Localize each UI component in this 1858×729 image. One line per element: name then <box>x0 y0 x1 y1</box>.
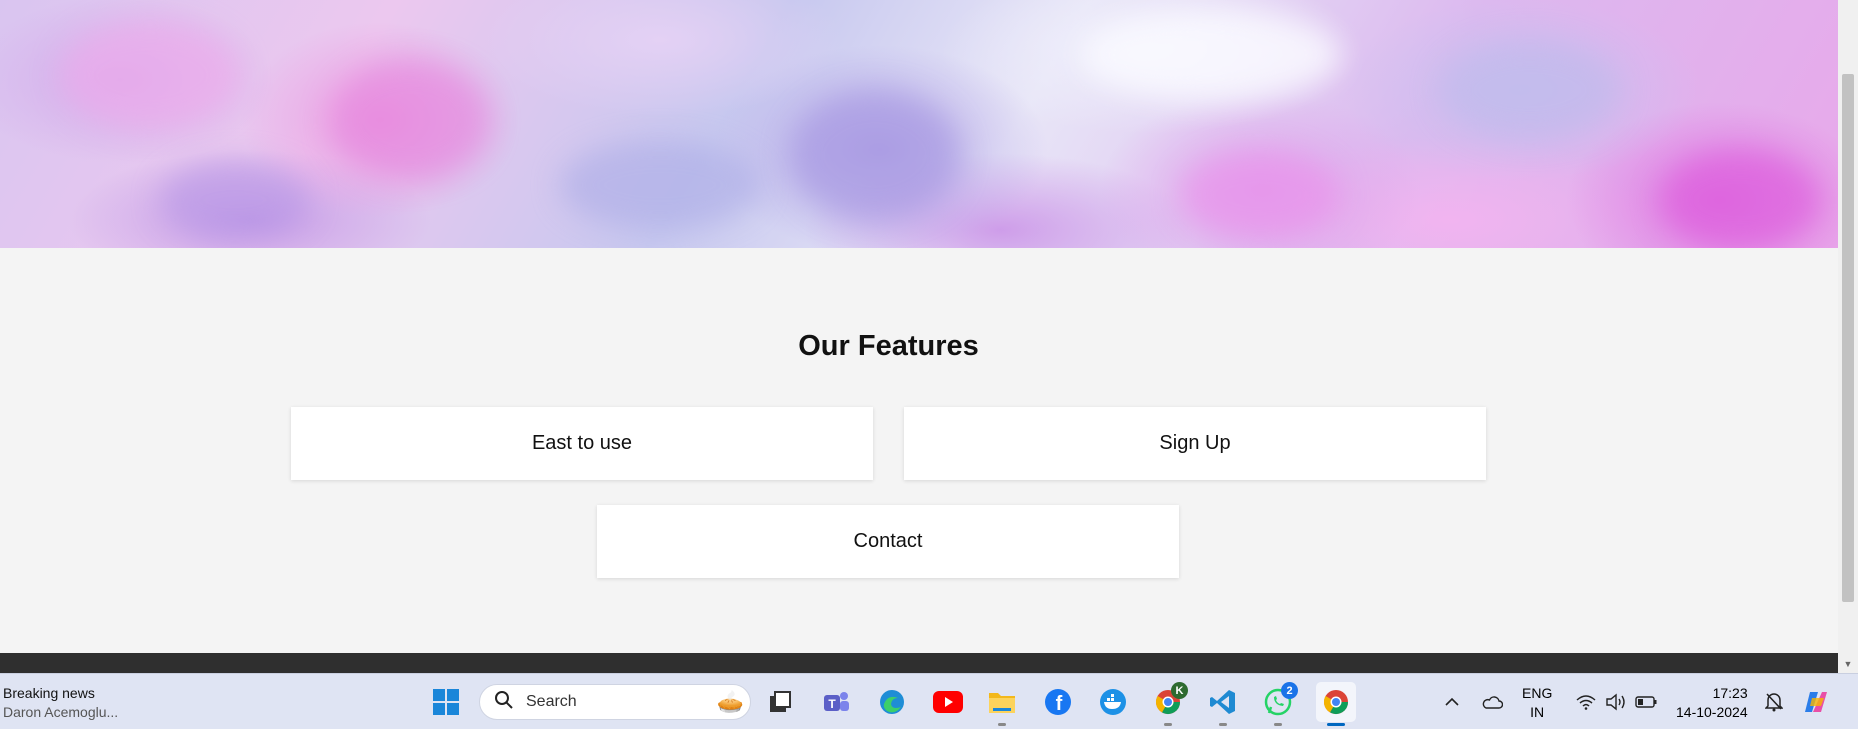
teams-icon[interactable]: T <box>820 686 852 718</box>
lang-line1: ENG <box>1522 685 1553 701</box>
youtube-icon[interactable] <box>932 686 964 718</box>
windows-taskbar: Breaking news Daron Acemoglu... Search 🥧… <box>0 673 1858 729</box>
news-widget[interactable]: Breaking news Daron Acemoglu... <box>3 684 118 722</box>
clock-time: 17:23 <box>1712 685 1748 701</box>
lang-line2: IN <box>1530 704 1545 720</box>
page-footer <box>0 653 1838 673</box>
volume-icon[interactable] <box>1600 686 1632 718</box>
news-title: Breaking news <box>3 685 95 701</box>
active-indicator <box>1327 723 1345 726</box>
svg-text:T: T <box>828 697 836 711</box>
hero-banner-image <box>0 0 1838 248</box>
running-indicator <box>998 723 1006 726</box>
task-view-icon[interactable] <box>764 686 796 718</box>
running-indicator <box>1164 723 1172 726</box>
browser-viewport: Our Features East to use Sign Up Contact <box>0 0 1838 653</box>
pie-highlight-icon: 🥧 <box>716 689 744 714</box>
facebook-icon[interactable]: f <box>1042 686 1074 718</box>
news-subtitle: Daron Acemoglu... <box>3 704 119 720</box>
onedrive-icon[interactable] <box>1476 686 1508 718</box>
feature-card-easy-to-use[interactable]: East to use <box>291 407 873 480</box>
battery-icon[interactable] <box>1630 686 1662 718</box>
profile-badge: K <box>1171 682 1188 699</box>
language-indicator[interactable]: ENG IN <box>1522 684 1552 722</box>
scroll-down-arrow-icon[interactable]: ▼ <box>1842 658 1854 670</box>
vertical-scrollbar[interactable]: ▼ <box>1838 0 1858 673</box>
chevron-up-icon[interactable] <box>1436 686 1468 718</box>
docker-icon[interactable] <box>1097 686 1129 718</box>
svg-text:f: f <box>1056 693 1063 715</box>
scrollbar-thumb[interactable] <box>1842 74 1854 602</box>
whatsapp-notification-badge: 2 <box>1281 682 1298 699</box>
notification-icon[interactable] <box>1758 686 1790 718</box>
windows-start-icon[interactable] <box>430 686 462 718</box>
copilot-icon[interactable] <box>1800 686 1832 718</box>
search-placeholder: Search <box>526 693 577 710</box>
edge-icon[interactable] <box>876 686 908 718</box>
wifi-icon[interactable] <box>1570 686 1602 718</box>
clock-date: 14-10-2024 <box>1676 704 1748 720</box>
feature-card-contact[interactable]: Contact <box>597 505 1179 578</box>
taskbar-clock[interactable]: 17:23 14-10-2024 <box>1676 684 1748 722</box>
whatsapp-icon[interactable]: 2 <box>1262 682 1298 726</box>
features-section: Our Features East to use Sign Up Contact <box>0 248 1838 653</box>
feature-card-sign-up[interactable]: Sign Up <box>904 407 1486 480</box>
running-indicator <box>1219 723 1227 726</box>
vscode-icon[interactable] <box>1207 686 1239 726</box>
running-indicator <box>1274 723 1282 726</box>
chrome-icon[interactable] <box>1316 682 1356 726</box>
features-heading: Our Features <box>798 330 979 362</box>
chrome-profile-icon[interactable]: K <box>1152 682 1188 726</box>
file-explorer-icon[interactable] <box>986 686 1018 726</box>
search-icon <box>494 690 514 715</box>
taskbar-search-input[interactable]: Search 🥧 <box>479 684 751 720</box>
